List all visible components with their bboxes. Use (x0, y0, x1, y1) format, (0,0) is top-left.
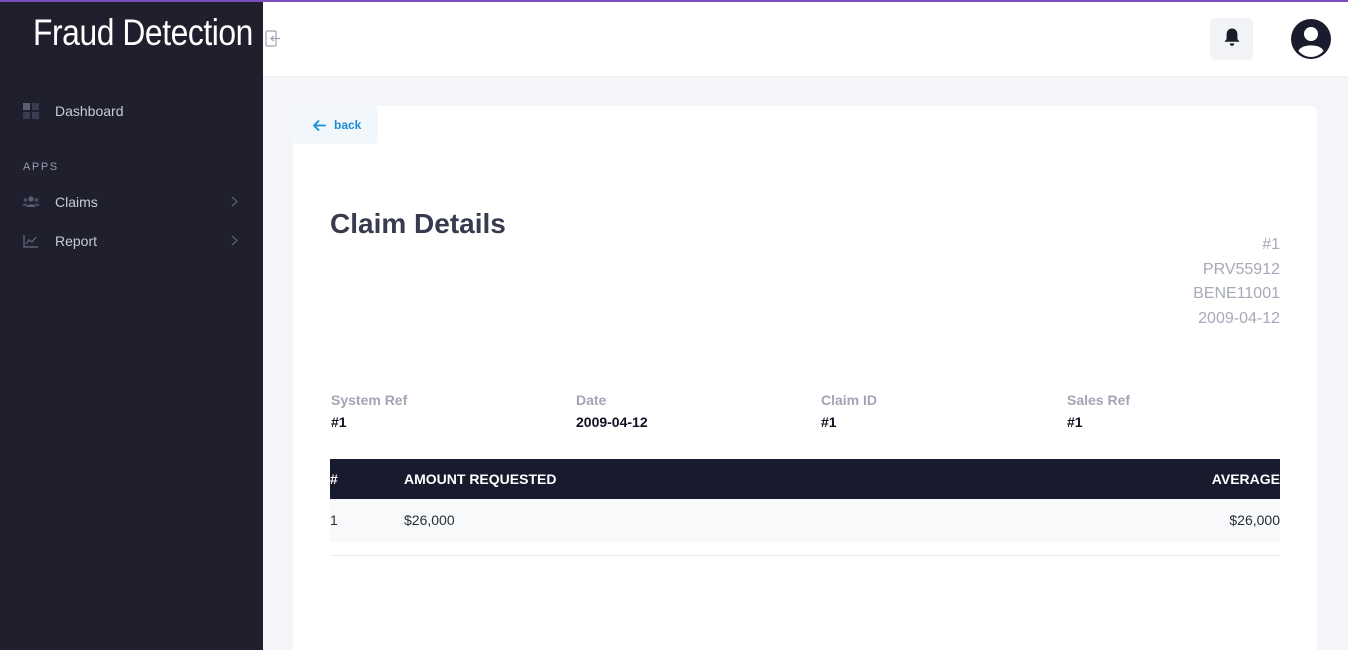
info-label: System Ref (331, 392, 408, 408)
chart-line-icon (22, 232, 40, 250)
table-header-index: # (330, 471, 338, 487)
claim-meta-beneficiary: BENE11001 (1193, 285, 1280, 302)
chevron-right-icon (231, 195, 238, 210)
info-claim-id: Claim ID #1 (821, 392, 877, 430)
table-divider (330, 555, 1280, 556)
info-value: 2009-04-12 (576, 414, 648, 430)
info-value: #1 (1067, 414, 1083, 430)
back-button-label: back (334, 118, 362, 132)
info-label: Sales Ref (1067, 392, 1131, 408)
info-date: Date 2009-04-12 (576, 392, 648, 430)
info-system-ref: System Ref #1 (331, 392, 407, 430)
bell-icon (1223, 27, 1241, 52)
table-header-row: # AMOUNT REQUESTED AVERAGE (330, 459, 1280, 499)
dashboard-icon (22, 102, 40, 120)
claim-meta-ref: #1 (1262, 236, 1280, 253)
sidebar-collapse-icon[interactable] (265, 30, 282, 47)
table-cell-average: $26,000 (1229, 512, 1280, 528)
table-cell-amount: $26,000 (404, 512, 455, 528)
sidebar: Fraud Detection Dashboard APPS Claims Re… (0, 0, 263, 650)
brand-title[interactable]: Fraud Detection (33, 12, 253, 54)
sidebar-item-label: Claims (55, 194, 98, 210)
claim-meta-provider: PRV55912 (1202, 260, 1280, 278)
sidebar-item-claims[interactable]: Claims (22, 192, 242, 212)
users-icon (22, 193, 40, 211)
chevron-right-icon (231, 234, 238, 249)
sidebar-item-report[interactable]: Report (22, 231, 242, 251)
table-cell-index: 1 (330, 512, 338, 528)
table-header-amount: AMOUNT REQUESTED (404, 471, 557, 487)
top-header (263, 2, 1348, 76)
info-value: #1 (331, 414, 347, 430)
user-circle-icon (1290, 19, 1332, 64)
info-value: #1 (821, 414, 837, 430)
claim-details-card (293, 106, 1317, 650)
top-accent-bar (0, 0, 1348, 2)
sidebar-section-label: APPS (23, 161, 59, 173)
page-title: Claim Details (330, 208, 506, 239)
info-label: Claim ID (821, 392, 878, 408)
claim-meta: #1 PRV55912 BENE11001 2009-04-12 (1193, 233, 1280, 331)
claim-meta-date: 2009-04-12 (1198, 309, 1280, 327)
user-avatar[interactable] (1290, 18, 1332, 60)
table-header-average: AVERAGE (1211, 471, 1280, 487)
sidebar-item-label: Dashboard (55, 103, 124, 119)
sidebar-item-dashboard[interactable]: Dashboard (22, 101, 242, 121)
table-row: 1 $26,000 $26,000 (330, 499, 1280, 542)
claim-amount-table: # AMOUNT REQUESTED AVERAGE 1 $26,000 $26… (330, 459, 1280, 542)
arrow-left-icon (313, 119, 326, 131)
sidebar-item-label: Report (55, 233, 98, 249)
info-label: Date (576, 392, 607, 408)
notifications-button[interactable] (1210, 18, 1253, 60)
info-sales-ref: Sales Ref #1 (1067, 392, 1130, 430)
back-button[interactable]: back (293, 106, 378, 144)
